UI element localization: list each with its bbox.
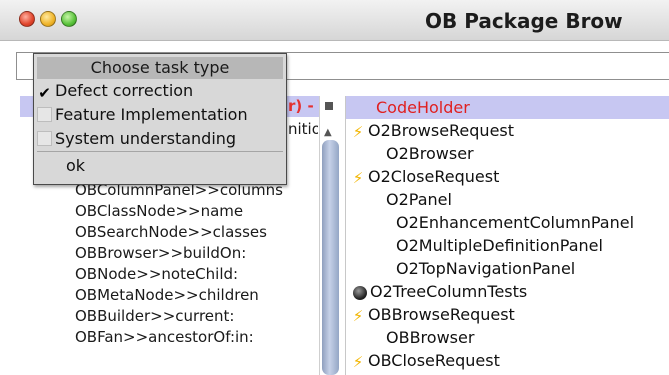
zoom-window-button[interactable] xyxy=(61,11,77,27)
list-item[interactable]: ⚡ OBBrowseRequest xyxy=(346,303,669,326)
list-item[interactable]: OBNode>>noteChild: xyxy=(20,264,320,285)
partial-row-fragment: nitio xyxy=(288,120,318,138)
list-item[interactable]: O2MultipleDefinitionPanel xyxy=(346,234,669,257)
checkbox-icon[interactable] xyxy=(37,131,52,146)
list-item-label: O2Browser xyxy=(386,144,474,163)
checkbox-icon[interactable] xyxy=(37,107,52,122)
scrollbar-thumb[interactable] xyxy=(322,140,339,375)
list-item[interactable]: ⚡ O2CloseRequest xyxy=(346,165,669,188)
ok-button[interactable]: ok xyxy=(66,155,85,177)
list-item[interactable]: CodeHolder xyxy=(346,96,669,119)
list-item[interactable]: O2Browser xyxy=(346,142,669,165)
list-item[interactable]: ⚡ OBCloseRequest xyxy=(346,349,669,372)
lightning-icon: ⚡ xyxy=(352,168,364,187)
list-item[interactable]: O2TreeColumnTests xyxy=(346,280,669,303)
list-item[interactable]: OBFan>>ancestorOf:in: xyxy=(20,327,320,348)
list-item[interactable]: O2EnhancementColumnPanel xyxy=(346,211,669,234)
option-system-understanding[interactable]: System understanding xyxy=(37,128,285,150)
option-label: Defect correction xyxy=(55,81,194,100)
list-item-label: O2TopNavigationPanel xyxy=(396,259,576,278)
dark-dot-icon xyxy=(353,285,367,300)
list-item[interactable]: OBBrowser>>buildOn: xyxy=(20,243,320,264)
list-item-label: OBCloseRequest xyxy=(368,351,500,370)
option-label: System understanding xyxy=(55,129,237,148)
option-feature-implementation[interactable]: Feature Implementation xyxy=(37,104,285,126)
list-item-label: O2BrowseRequest xyxy=(368,121,515,140)
option-defect-correction[interactable]: ✔ Defect correction xyxy=(37,80,285,102)
list-item-label: O2EnhancementColumnPanel xyxy=(396,213,635,232)
list-item-label: O2Panel xyxy=(386,190,452,209)
list-item[interactable]: OBSearchNode>>classes xyxy=(20,222,320,243)
scroll-up-icon[interactable]: ▲ xyxy=(324,127,332,138)
title-bar: OB Package Brow xyxy=(0,0,669,41)
list-item[interactable]: OBMetaNode>>children xyxy=(20,285,320,306)
list-item[interactable]: OBClassNode>>name xyxy=(20,201,320,222)
dialog-divider xyxy=(37,151,283,152)
list-item[interactable]: O2TopNavigationPanel xyxy=(346,257,669,280)
lightning-icon: ⚡ xyxy=(352,352,364,371)
lightning-icon: ⚡ xyxy=(352,122,364,141)
list-item-label: O2TreeColumnTests xyxy=(370,282,528,301)
list-item[interactable]: OBBrowser xyxy=(346,326,669,349)
right-pane[interactable]: CodeHolder ⚡ O2BrowseRequest O2Browser ⚡ O2Cl… xyxy=(345,96,669,375)
minimize-window-button[interactable] xyxy=(40,11,56,27)
list-item-label: OBBrowseRequest xyxy=(368,305,515,324)
option-label: Feature Implementation xyxy=(55,105,248,124)
list-item-label: O2CloseRequest xyxy=(368,167,500,186)
window-title: OB Package Brow xyxy=(425,9,623,33)
list-item-label: O2MultipleDefinitionPanel xyxy=(396,236,603,255)
close-window-button[interactable] xyxy=(19,11,35,27)
task-type-dialog: Choose task type ✔ Defect correction Feat… xyxy=(33,53,287,185)
list-item[interactable]: ⚡ O2BrowseRequest xyxy=(346,119,669,142)
lightning-icon: ⚡ xyxy=(352,306,364,325)
list-item-label: CodeHolder xyxy=(376,98,470,117)
list-item[interactable]: OBBuilder>>current: xyxy=(20,306,320,327)
checkbox-checked-icon[interactable]: ✔ xyxy=(37,86,52,102)
selected-row-fragment: r) - xyxy=(288,97,314,115)
pane-menu-icon[interactable] xyxy=(325,102,333,110)
class-list[interactable]: CodeHolder ⚡ O2BrowseRequest O2Browser ⚡ O2Cl… xyxy=(346,96,669,372)
list-item[interactable]: O2Panel xyxy=(346,188,669,211)
dialog-title: Choose task type xyxy=(37,57,283,79)
list-item-label: OBBrowser xyxy=(386,328,475,347)
